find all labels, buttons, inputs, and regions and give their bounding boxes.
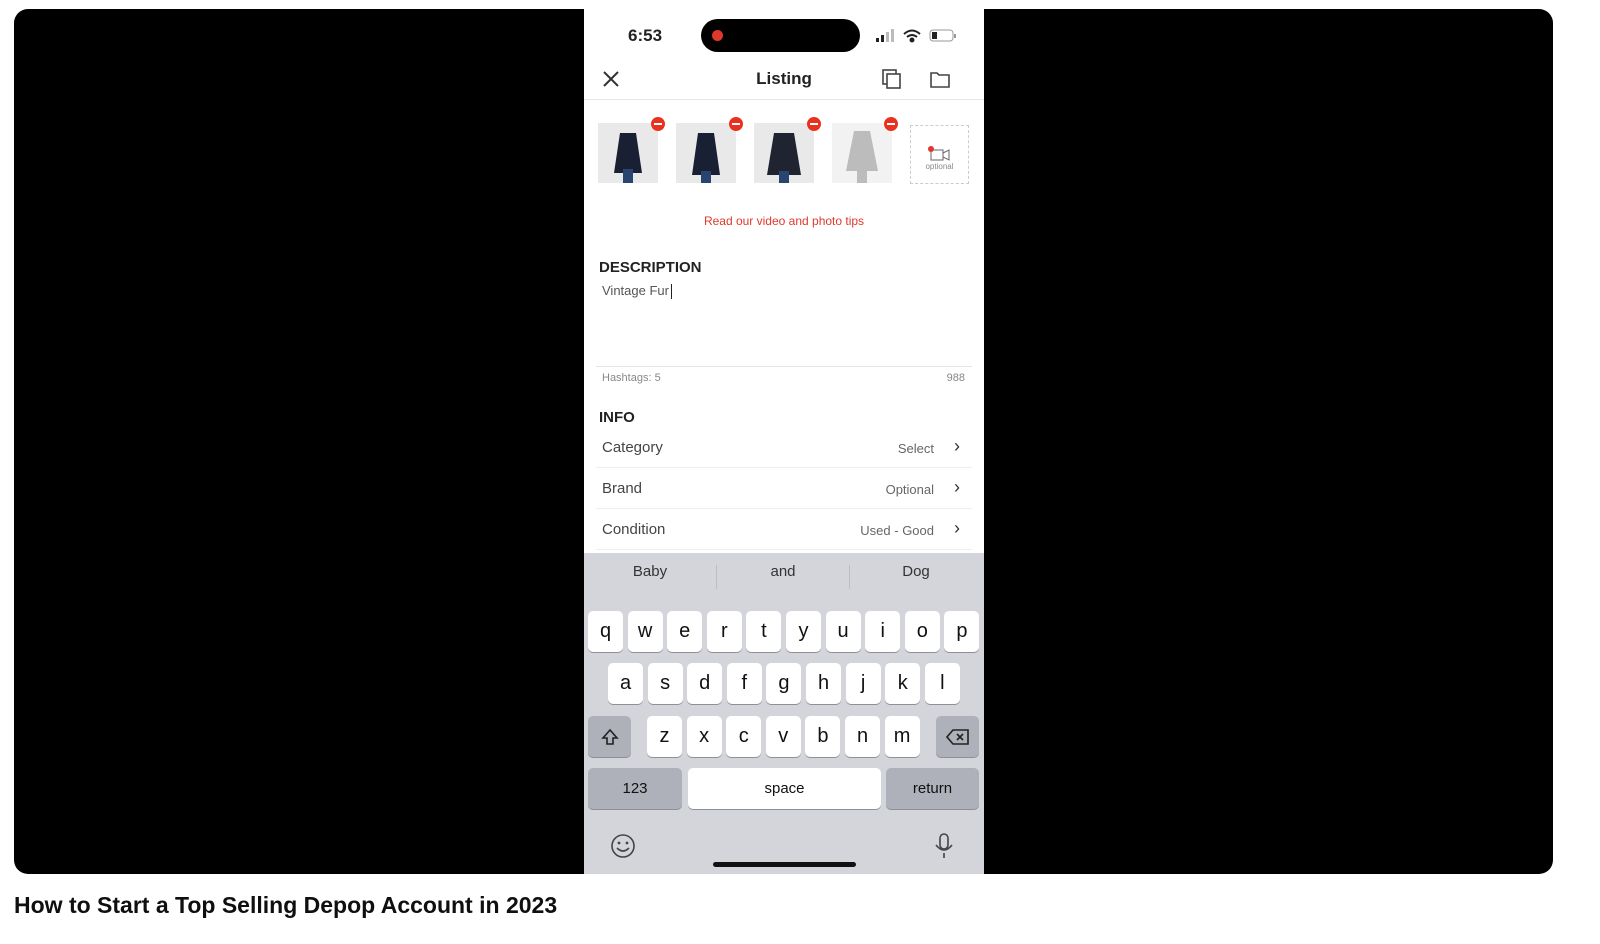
- emoji-icon[interactable]: [610, 833, 636, 859]
- description-input[interactable]: Vintage Fur: [602, 283, 673, 300]
- status-icons: [876, 29, 956, 43]
- row-label: Category: [602, 439, 663, 456]
- description-text: Vintage Fur: [602, 283, 669, 298]
- info-heading: INFO: [599, 409, 635, 426]
- row-label: Condition: [602, 521, 666, 538]
- return-key[interactable]: return: [886, 768, 979, 809]
- divider: [584, 99, 984, 100]
- backspace-icon: [945, 728, 969, 745]
- photo-thumbnail-loading[interactable]: [832, 123, 892, 183]
- key-i[interactable]: i: [865, 611, 901, 652]
- info-row-category[interactable]: Category Select ›: [596, 427, 972, 468]
- remove-photo-icon[interactable]: [651, 117, 665, 131]
- home-indicator: [713, 862, 856, 867]
- row-value: Used - Good: [860, 523, 934, 538]
- suggestion[interactable]: and: [718, 563, 848, 580]
- row-value: Optional: [885, 482, 934, 497]
- key-z[interactable]: z: [647, 716, 682, 757]
- numbers-key[interactable]: 123: [588, 768, 682, 809]
- description-heading: DESCRIPTION: [599, 259, 702, 276]
- chevron-right-icon: ›: [954, 518, 960, 538]
- space-key[interactable]: space: [688, 768, 881, 809]
- key-l[interactable]: l: [924, 663, 960, 704]
- divider: [849, 565, 850, 589]
- info-row-brand[interactable]: Brand Optional ›: [596, 468, 972, 509]
- row-value: Select: [897, 441, 934, 456]
- key-w[interactable]: w: [627, 611, 663, 652]
- key-j[interactable]: j: [845, 663, 881, 704]
- char-counter: 988: [946, 372, 965, 384]
- photo-thumbnail[interactable]: [676, 123, 736, 183]
- page-title: Listing: [756, 69, 812, 88]
- key-c[interactable]: c: [726, 716, 762, 757]
- keyboard: Baby and Dog qwertyuiop asdfghjkl zxcvbn…: [584, 553, 984, 874]
- key-t[interactable]: t: [746, 611, 782, 652]
- key-o[interactable]: o: [904, 611, 940, 652]
- key-m[interactable]: m: [884, 716, 920, 757]
- recording-dot-icon: [712, 30, 723, 41]
- photo-thumbnail[interactable]: [598, 123, 658, 183]
- key-s[interactable]: s: [647, 663, 683, 704]
- video-player[interactable]: 6:53 Listing optional Read our video and…: [14, 9, 1553, 874]
- key-v[interactable]: v: [765, 716, 801, 757]
- key-u[interactable]: u: [825, 611, 861, 652]
- video-slot-label: optional: [925, 162, 954, 171]
- text-cursor: [670, 284, 673, 300]
- key-h[interactable]: h: [806, 663, 841, 704]
- remove-photo-icon[interactable]: [807, 117, 821, 131]
- signal-icon: [876, 29, 894, 42]
- row-label: Brand: [602, 480, 643, 497]
- phone-screen: 6:53 Listing optional Read our video and…: [584, 9, 984, 874]
- suggestion[interactable]: Dog: [851, 563, 981, 580]
- key-n[interactable]: n: [845, 716, 880, 757]
- key-e[interactable]: e: [667, 611, 703, 652]
- key-p[interactable]: p: [944, 611, 980, 652]
- key-q[interactable]: q: [588, 611, 623, 652]
- key-k[interactable]: k: [885, 663, 921, 704]
- hashtag-count: Hashtags: 5: [602, 372, 661, 384]
- backspace-key[interactable]: [936, 716, 979, 757]
- folder-icon[interactable]: [930, 70, 950, 88]
- shift-key[interactable]: [588, 716, 631, 757]
- divider: [596, 366, 972, 367]
- add-video-button[interactable]: optional: [910, 125, 969, 184]
- info-row-condition[interactable]: Condition Used - Good ›: [596, 509, 972, 550]
- microphone-icon[interactable]: [934, 832, 954, 860]
- battery-icon: [929, 29, 956, 42]
- key-d[interactable]: d: [687, 663, 723, 704]
- divider: [716, 565, 717, 589]
- key-f[interactable]: f: [726, 663, 762, 704]
- key-a[interactable]: a: [608, 663, 643, 704]
- chevron-right-icon: ›: [954, 477, 960, 497]
- dynamic-island: [701, 19, 860, 52]
- video-title[interactable]: How to Start a Top Selling Depop Account…: [14, 892, 557, 919]
- video-camera-icon: [928, 146, 950, 161]
- key-b[interactable]: b: [805, 716, 841, 757]
- remove-photo-icon[interactable]: [884, 117, 898, 131]
- key-x[interactable]: x: [686, 716, 722, 757]
- wifi-icon: [903, 29, 921, 43]
- photo-thumbnail[interactable]: [754, 123, 814, 183]
- suggestion[interactable]: Baby: [585, 563, 715, 580]
- copy-icon[interactable]: [882, 69, 902, 89]
- key-g[interactable]: g: [766, 663, 802, 704]
- chevron-right-icon: ›: [954, 436, 960, 456]
- key-r[interactable]: r: [706, 611, 742, 652]
- shift-icon: [600, 728, 619, 745]
- status-time: 6:53: [628, 26, 663, 45]
- remove-photo-icon[interactable]: [729, 117, 743, 131]
- photo-tips-link[interactable]: Read our video and photo tips: [584, 214, 984, 228]
- key-y[interactable]: y: [786, 611, 821, 652]
